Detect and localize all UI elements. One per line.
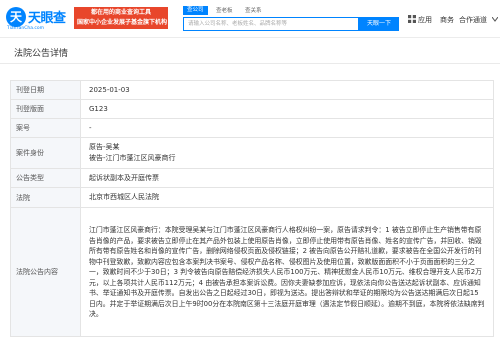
page-value: G123 xyxy=(80,99,494,119)
page-title: 法院公告详情 xyxy=(14,49,69,59)
row-label-page: 刊登版面 xyxy=(10,99,81,119)
table-row: 案号 - xyxy=(10,118,494,138)
table-row: 法院 北京市西城区人民法院 xyxy=(10,187,494,208)
search-area: 查公司 查老板 查关系 请输入公司名称、老板姓名、品牌名称等 天眼一下 xyxy=(183,6,399,34)
row-label-case-number: 案号 xyxy=(10,118,81,138)
table-row: 刊登日期 2025-01-03 xyxy=(10,80,494,100)
slogan-banner: 都在用的商业查询工具 国家中小企业发展子基金旗下机构 xyxy=(74,7,168,29)
defendant-line[interactable]: 被告-江门市蓬江区风豪商行 xyxy=(89,153,485,164)
notice-content-text: 江门市蓬江区风豪商行：本院受理吴某与江门市蓬江区风豪商行人格权纠纷一案，原告请求… xyxy=(89,226,485,319)
app-icon[interactable] xyxy=(408,15,416,23)
search-button[interactable]: 天眼一下 xyxy=(359,17,399,31)
table-row: 公告类型 起诉状副本及开庭传票 xyxy=(10,168,494,188)
table-row: 法院公告内容 江门市蓬江区风豪商行：本院受理吴某与江门市蓬江区风豪商行人格权纠纷… xyxy=(10,207,494,337)
search-tab-boss[interactable]: 查老板 xyxy=(216,6,233,14)
plaintiff-line: 原告-吴某 xyxy=(89,143,120,151)
chevron-down-icon[interactable] xyxy=(492,17,498,22)
notice-content-cell: 江门市蓬江区风豪商行：本院受理吴某与江门市蓬江区风豪商行人格权纠纷一案，原告请求… xyxy=(80,207,494,337)
slogan-line-2: 国家中小企业发展子基金旗下机构 xyxy=(77,19,168,26)
logo-url: TianYanCha.com xyxy=(7,26,45,31)
announcement-detail-table: 刊登日期 2025-01-03 刊登版面 G123 案号 - 案件身份 原告-吴… xyxy=(10,80,494,337)
court-value: 北京市西城区人民法院 xyxy=(80,187,494,208)
notice-type-value: 起诉状副本及开庭传票 xyxy=(80,168,494,188)
case-number-value: - xyxy=(80,118,494,138)
table-row: 案件身份 原告-吴某 被告-江门市蓬江区风豪商行 xyxy=(10,137,494,169)
search-input[interactable]: 请输入公司名称、老板姓名、品牌名称等 xyxy=(183,17,359,31)
tianyancha-logo[interactable]: 天 天眼查 TianYanCha.com xyxy=(6,6,74,32)
row-label-notice-type: 公告类型 xyxy=(10,168,81,188)
nav-cooperation[interactable]: 合作通道 xyxy=(459,15,487,25)
row-label-publish-date: 刊登日期 xyxy=(10,80,81,100)
logo-name: 天眼查 xyxy=(28,11,66,26)
row-label-court: 法院 xyxy=(10,187,81,208)
search-tab-relation[interactable]: 查关系 xyxy=(245,6,262,14)
top-bar: 天 天眼查 TianYanCha.com 都在用的商业查询工具 国家中小企业发展… xyxy=(0,0,500,38)
party-role-value: 原告-吴某 被告-江门市蓬江区风豪商行 xyxy=(80,137,494,169)
publish-date-value: 2025-01-03 xyxy=(80,80,494,100)
table-row: 刊登版面 G123 xyxy=(10,99,494,119)
nav-merchant[interactable]: 商务 xyxy=(440,15,454,25)
search-tab-company[interactable]: 查公司 xyxy=(183,6,208,15)
row-label-party-role: 案件身份 xyxy=(10,137,81,169)
nav-app[interactable]: 应用 xyxy=(418,15,432,25)
slogan-line-1: 都在用的商业查询工具 xyxy=(90,9,151,16)
logo-mark-icon: 天 xyxy=(6,7,26,27)
row-label-notice-content: 法院公告内容 xyxy=(10,207,81,337)
title-divider xyxy=(0,63,500,64)
